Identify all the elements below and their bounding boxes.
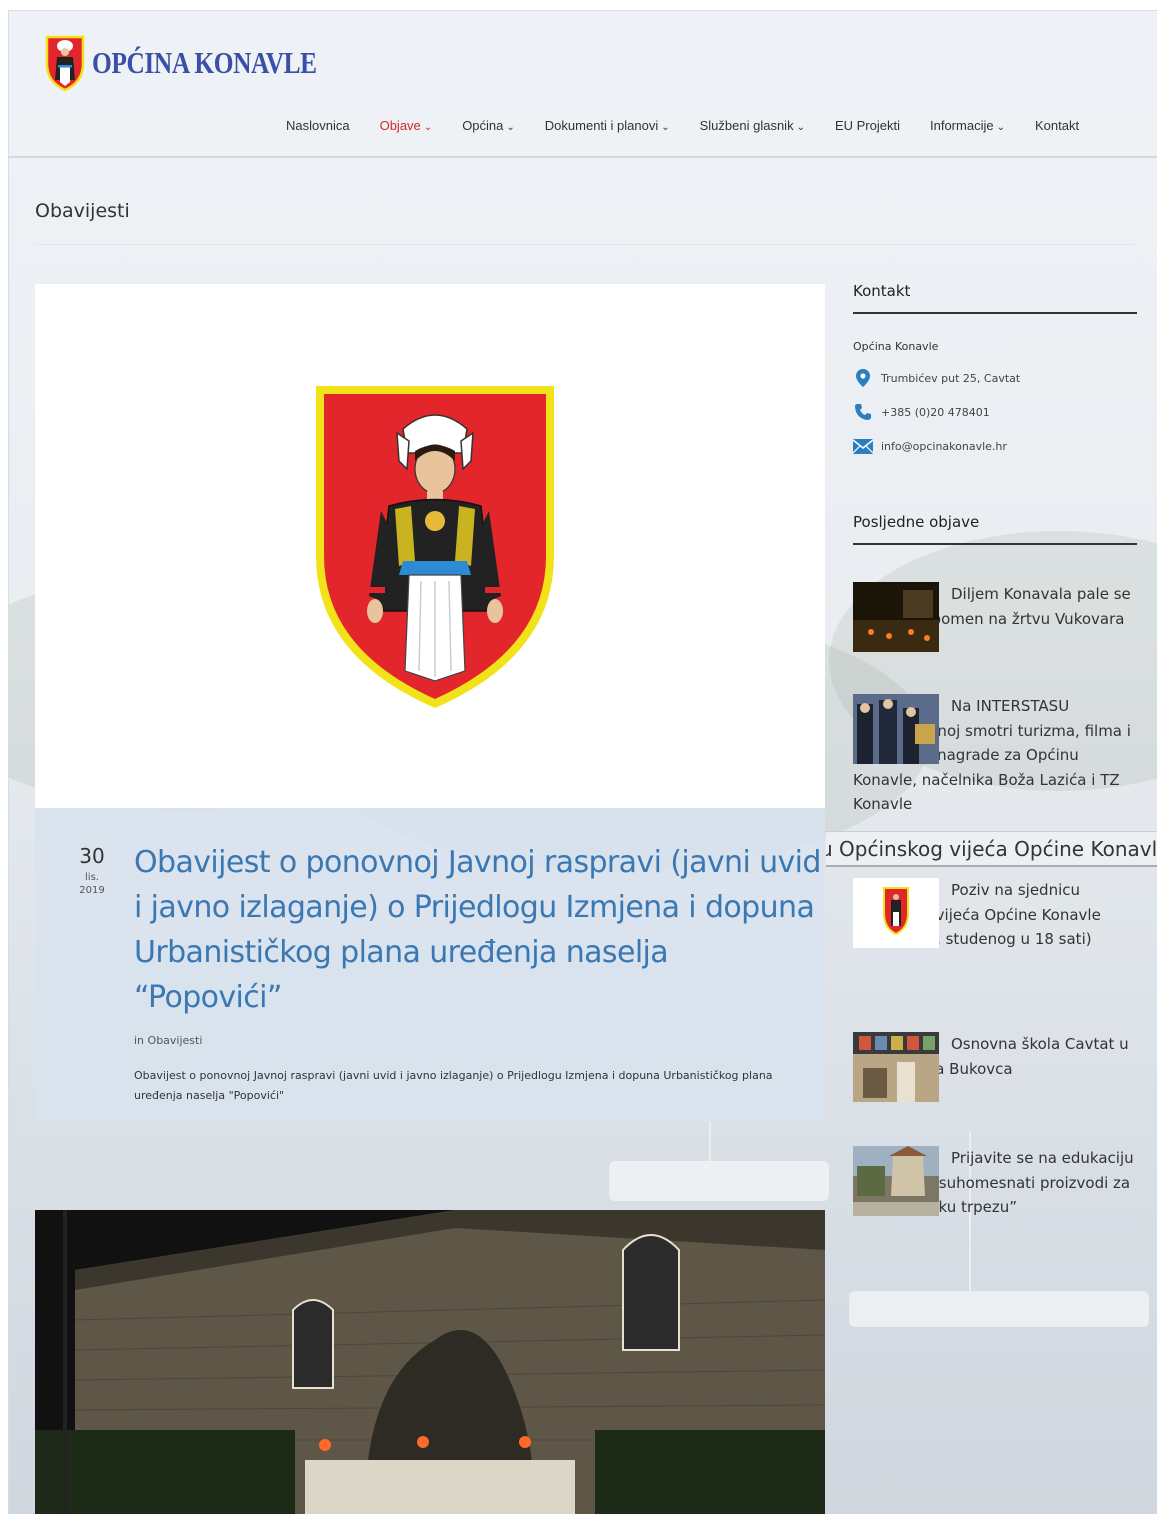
post-excerpt: Obavijest o ponovnoj Javnoj raspravi (ja… (134, 1069, 773, 1102)
nav-item-kontakt[interactable]: Kontakt (1035, 118, 1079, 133)
nav-item-dokumenti-i-planovi[interactable]: Dokumenti i planovi ⌄ (545, 118, 670, 133)
post-category-link[interactable]: Obavijesti (148, 1034, 203, 1047)
nav-item-informacije[interactable]: Informacije ⌄ (930, 118, 1005, 133)
contact-org: Općina Konavle (853, 340, 939, 353)
recent-post-thumbnail (853, 582, 939, 652)
nav-item-eu-projekti[interactable]: EU Projekti (835, 118, 900, 133)
page-title: Obavijesti (35, 200, 130, 222)
recent-post-thumbnail (853, 694, 939, 764)
nav-item-naslovnica[interactable]: Naslovnica (286, 118, 350, 133)
envelope-icon (853, 437, 873, 455)
sidebar: Kontakt Općina Konavle Trumbićev put 25,… (853, 282, 1137, 1216)
chevron-down-icon: ⌄ (996, 122, 1005, 133)
nav-item-label: Informacije (930, 118, 994, 133)
recent-post-item[interactable]: Prijavite se na edukaciju ”Tradicijski s… (853, 1146, 1137, 1220)
recent-post-item[interactable]: Diljem Konavala pale se svijeće u spomen… (853, 582, 1137, 652)
post-featured-image[interactable] (35, 284, 825, 808)
nav-item-label: Naslovnica (286, 118, 350, 133)
post-featured-image-2[interactable] (35, 1210, 825, 1514)
konavle-coat-of-arms-icon (316, 386, 554, 708)
map-pin-icon (853, 369, 873, 387)
phone-icon (853, 403, 873, 421)
post-date: 30 lis. 2019 (75, 844, 109, 896)
contact-widget-title: Kontakt (853, 282, 1137, 314)
post-date-year: 2019 (79, 885, 105, 896)
nav-item-label: Službeni glasnik (699, 118, 794, 133)
nav-item-objave[interactable]: Objave ⌄ (380, 118, 433, 133)
recent-post-item[interactable]: Osnovna škola Cavtat u znaku Vlaha Bukov… (853, 1032, 1137, 1102)
main-nav: Naslovnica Objave ⌄ Općina ⌄ Dokumenti i plan… (286, 118, 1079, 133)
site-header: OPĆINA KONAVLE Naslovnica Objave ⌄ Općina ⌄ D… (8, 10, 1157, 158)
contact-phone: +385 (0)20 478401 (853, 403, 1137, 421)
contact-email-link[interactable]: info@opcinakonavle.hr (881, 440, 1007, 453)
site-logo[interactable]: OPĆINA KONAVLE (44, 34, 366, 92)
notification-ticker[interactable]: u Općinskog vijeća Općine Konavle (826, 831, 1157, 867)
post-meta: in Obavijesti (134, 1034, 202, 1047)
nav-item-op-ina[interactable]: Općina ⌄ (462, 118, 515, 133)
nav-item-label: Općina (462, 118, 504, 133)
contact-email: info@opcinakonavle.hr (853, 437, 1137, 455)
recent-post-thumbnail (853, 1032, 939, 1102)
recent-post-item[interactable]: Na INTERSTASU Međunarodnoj smotri turizm… (853, 694, 1137, 817)
contact-phone-link[interactable]: +385 (0)20 478401 (881, 406, 990, 419)
nav-item-label: EU Projekti (834, 118, 900, 133)
post-card: 30 lis. 2019 Obavijest o ponovnoj Javnoj… (35, 808, 825, 1122)
contact-address-text: Trumbićev put 25, Cavtat (881, 371, 1021, 385)
site-brand: OPĆINA KONAVLE (92, 45, 317, 80)
chevron-down-icon: ⌄ (423, 122, 433, 133)
chevron-down-icon: ⌄ (661, 122, 670, 133)
nav-item-label: Dokumenti i planovi (544, 118, 659, 133)
recent-post-item[interactable]: Poziv na sjednicu Općinskog vijeća Općin… (853, 878, 1137, 952)
chevron-down-icon: ⌄ (506, 122, 515, 133)
contact-address: Trumbićev put 25, Cavtat (853, 369, 1137, 387)
post-date-month: lis. (85, 872, 99, 883)
post-date-day: 30 (79, 844, 105, 868)
nav-item-label: Objave (379, 118, 421, 133)
post-meta-prefix: in (134, 1034, 145, 1047)
recent-posts-title: Posljedne objave (853, 513, 1137, 545)
recent-post-thumbnail (853, 1146, 939, 1216)
title-divider (35, 244, 1135, 245)
chevron-down-icon: ⌄ (796, 122, 805, 133)
church-night-photo (35, 1210, 825, 1514)
nav-item-slu-beni-glasnik[interactable]: Službeni glasnik ⌄ (700, 118, 805, 133)
konavle-crest-icon (45, 35, 85, 92)
post-title-link[interactable]: Obavijest o ponovnoj Javnoj raspravi (ja… (134, 840, 824, 1020)
ticker-text: u Općinskog vijeća Općine Konavle (826, 837, 1157, 861)
nav-item-label: Kontakt (1034, 118, 1080, 133)
recent-post-thumbnail (853, 878, 939, 948)
